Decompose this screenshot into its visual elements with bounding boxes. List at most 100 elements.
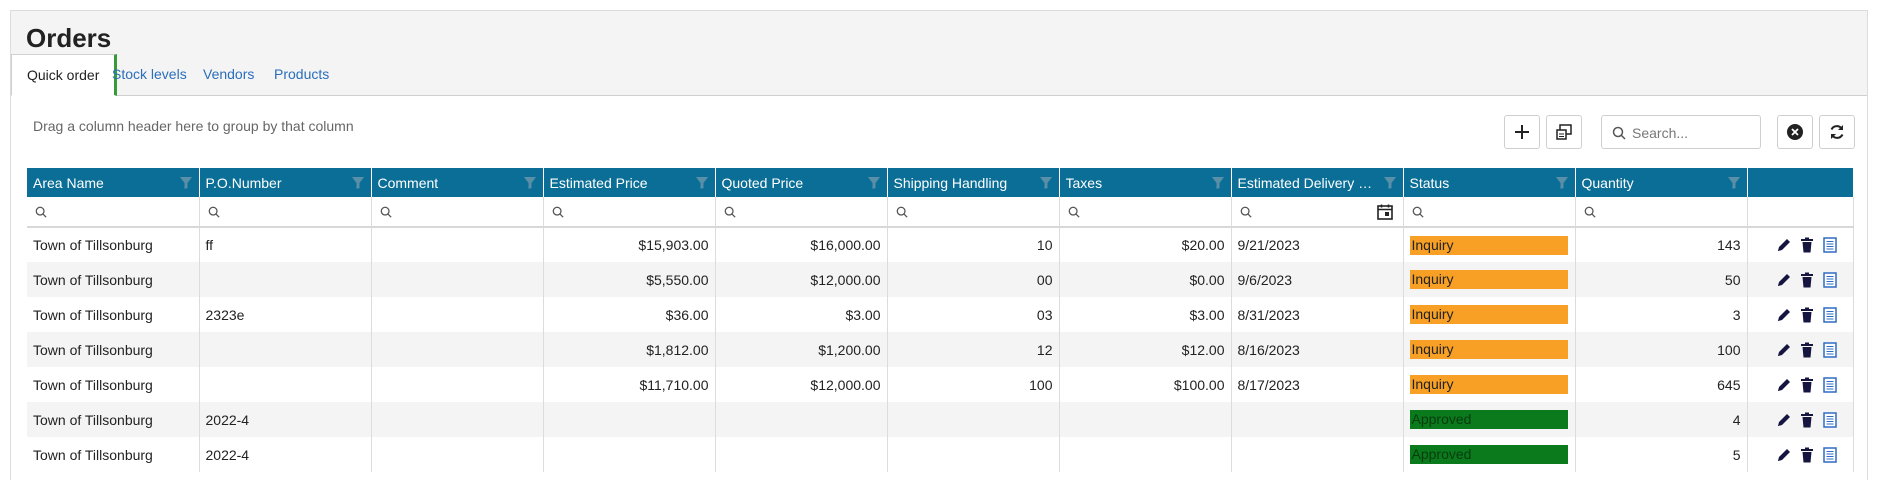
area-name-cell: Town of Tillsonburg bbox=[27, 367, 200, 402]
tab-quick-order[interactable]: Quick order bbox=[11, 54, 118, 96]
edit-button[interactable] bbox=[1775, 341, 1793, 359]
filter-cell-actions bbox=[1747, 197, 1854, 228]
row-actions bbox=[1747, 402, 1854, 437]
estimated-price-cell: $1,812.00 bbox=[543, 332, 716, 367]
shipping-handling-cell: 12 bbox=[887, 332, 1060, 367]
filter-cell-estimated-price[interactable] bbox=[543, 197, 716, 228]
column-header-po-number[interactable]: P.O.Number bbox=[199, 168, 372, 197]
status-badge: Approved bbox=[1409, 445, 1568, 464]
table-row[interactable]: Town of Tillsonburg $11,710.00 $12,000.00 1… bbox=[27, 367, 1854, 402]
column-header-taxes[interactable]: Taxes bbox=[1059, 168, 1232, 197]
filter-icon[interactable] bbox=[867, 176, 881, 190]
search-input[interactable] bbox=[1632, 122, 1757, 144]
edit-button[interactable] bbox=[1775, 446, 1793, 464]
estimated-delivery-cell: 8/16/2023 bbox=[1231, 332, 1404, 367]
edit-button[interactable] bbox=[1775, 376, 1793, 394]
filter-cell-area-name[interactable] bbox=[27, 197, 200, 228]
delete-button[interactable] bbox=[1798, 306, 1816, 324]
status-badge: Approved bbox=[1409, 410, 1568, 429]
filter-cell-quantity[interactable] bbox=[1575, 197, 1748, 228]
column-header-area-name[interactable]: Area Name bbox=[27, 168, 200, 197]
filter-icon[interactable] bbox=[1383, 176, 1397, 190]
details-button[interactable] bbox=[1821, 341, 1839, 359]
clear-search-button[interactable] bbox=[1777, 115, 1813, 149]
column-header-quoted-price[interactable]: Quoted Price bbox=[715, 168, 888, 197]
group-panel-hint[interactable]: Drag a column header here to group by th… bbox=[33, 118, 354, 134]
column-header-quantity[interactable]: Quantity bbox=[1575, 168, 1748, 197]
table-row[interactable]: Town of Tillsonburg 2022-4 Approved 5 bbox=[27, 437, 1854, 472]
filter-cell-estimated-delivery[interactable] bbox=[1231, 197, 1404, 228]
shipping-handling-cell: 00 bbox=[887, 262, 1060, 297]
details-button[interactable] bbox=[1821, 306, 1839, 324]
filter-icon[interactable] bbox=[179, 176, 193, 190]
page-title: Orders bbox=[26, 23, 112, 53]
comment-cell bbox=[371, 297, 544, 332]
details-button[interactable] bbox=[1821, 271, 1839, 289]
edit-button[interactable] bbox=[1775, 411, 1793, 429]
filter-icon[interactable] bbox=[1555, 176, 1569, 190]
column-header-comment[interactable]: Comment bbox=[371, 168, 544, 197]
filter-cell-taxes[interactable] bbox=[1059, 197, 1232, 228]
quoted-price-cell: $1,200.00 bbox=[715, 332, 888, 367]
delete-button[interactable] bbox=[1798, 341, 1816, 359]
column-header-shipping-handling[interactable]: Shipping Handling bbox=[887, 168, 1060, 197]
filter-cell-status[interactable] bbox=[1403, 197, 1576, 228]
export-button[interactable] bbox=[1546, 115, 1582, 149]
filter-cell-shipping-handling[interactable] bbox=[887, 197, 1060, 228]
calendar-icon[interactable] bbox=[1376, 204, 1393, 220]
table-row[interactable]: Town of Tillsonburg $5,550.00 $12,000.00 00… bbox=[27, 262, 1854, 297]
shipping-handling-cell: 03 bbox=[887, 297, 1060, 332]
delete-button[interactable] bbox=[1798, 411, 1816, 429]
status-badge: Inquiry bbox=[1409, 235, 1568, 255]
edit-button[interactable] bbox=[1775, 236, 1793, 254]
status-badge: Inquiry bbox=[1409, 375, 1568, 394]
details-button[interactable] bbox=[1821, 376, 1839, 394]
taxes-cell: $3.00 bbox=[1059, 297, 1232, 332]
quantity-cell: 50 bbox=[1575, 262, 1748, 297]
row-actions bbox=[1747, 227, 1854, 262]
details-icon bbox=[1822, 237, 1837, 253]
area-name-cell: Town of Tillsonburg bbox=[27, 332, 200, 367]
quantity-cell: 645 bbox=[1575, 367, 1748, 402]
export-icon bbox=[1556, 124, 1572, 140]
filter-cell-comment[interactable] bbox=[371, 197, 544, 228]
filter-icon[interactable] bbox=[1727, 176, 1741, 190]
edit-button[interactable] bbox=[1775, 271, 1793, 289]
filter-icon[interactable] bbox=[1211, 176, 1225, 190]
column-header-status[interactable]: Status bbox=[1403, 168, 1576, 197]
table-row[interactable]: Town of Tillsonburg 2022-4 Approved 4 bbox=[27, 402, 1854, 437]
search-icon bbox=[896, 206, 908, 218]
edit-button[interactable] bbox=[1775, 306, 1793, 324]
delete-button[interactable] bbox=[1798, 446, 1816, 464]
search-icon bbox=[380, 206, 392, 218]
filter-cell-quoted-price[interactable] bbox=[715, 197, 888, 228]
table-row[interactable]: Town of Tillsonburg $1,812.00 $1,200.00 12 $… bbox=[27, 332, 1854, 367]
details-icon bbox=[1822, 411, 1837, 428]
tab-stock-levels[interactable]: Stock levels bbox=[112, 54, 187, 96]
filter-icon[interactable] bbox=[351, 176, 365, 190]
add-button[interactable] bbox=[1504, 115, 1540, 149]
status-cell: Inquiry bbox=[1403, 297, 1576, 332]
filter-cell-po-number[interactable] bbox=[199, 197, 372, 228]
details-button[interactable] bbox=[1821, 411, 1839, 429]
column-header-estimated-delivery[interactable]: Estimated Delivery … bbox=[1231, 168, 1404, 197]
table-row[interactable]: Town of Tillsonburg ff $15,903.00 $16,000.0… bbox=[27, 227, 1854, 262]
comment-cell bbox=[371, 367, 544, 402]
comment-cell bbox=[371, 437, 544, 472]
refresh-button[interactable] bbox=[1819, 115, 1855, 149]
column-header-estimated-price[interactable]: Estimated Price bbox=[543, 168, 716, 197]
filter-icon[interactable] bbox=[695, 176, 709, 190]
details-button[interactable] bbox=[1821, 236, 1839, 254]
filter-icon[interactable] bbox=[523, 176, 537, 190]
filter-icon[interactable] bbox=[1039, 176, 1053, 190]
tab-vendors[interactable]: Vendors bbox=[203, 54, 254, 96]
delete-button[interactable] bbox=[1798, 236, 1816, 254]
delete-button[interactable] bbox=[1798, 271, 1816, 289]
tab-products[interactable]: Products bbox=[274, 54, 329, 96]
details-button[interactable] bbox=[1821, 446, 1839, 464]
estimated-delivery-cell bbox=[1231, 437, 1404, 472]
edit-icon bbox=[1777, 378, 1790, 391]
delete-button[interactable] bbox=[1798, 376, 1816, 394]
edit-icon bbox=[1777, 308, 1790, 321]
table-row[interactable]: Town of Tillsonburg 2323e $36.00 $3.00 03 $3.… bbox=[27, 297, 1854, 332]
